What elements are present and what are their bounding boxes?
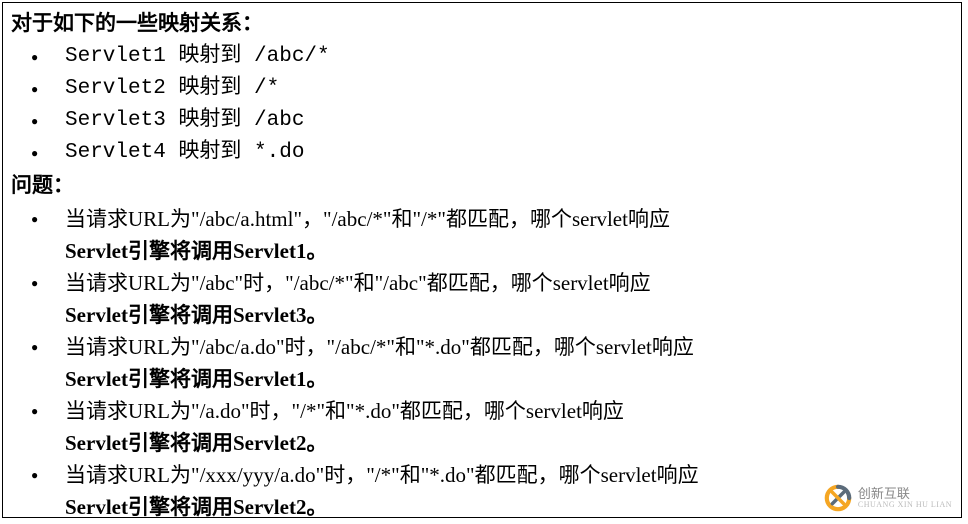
- document-container: 对于如下的一些映射关系： ● Servlet1 映射到 /abc/* ● Ser…: [2, 2, 962, 518]
- answer-text: Servlet引擎将调用Servlet1。: [65, 363, 953, 395]
- answer-text: Servlet引擎将调用Servlet3。: [65, 299, 953, 331]
- watermark-sub: CHUANG XIN HU LIAN: [858, 500, 952, 509]
- question-text: 当请求URL为"/a.do"时，"/*"和"*.do"都匹配，哪个servlet…: [65, 395, 953, 427]
- list-item: ● 当请求URL为"/a.do"时，"/*"和"*.do"都匹配，哪个servl…: [31, 395, 953, 459]
- list-item: ● Servlet3 映射到 /abc: [31, 105, 953, 137]
- watermark-logo-icon: [824, 484, 852, 512]
- mappings-heading: 对于如下的一些映射关系：: [11, 7, 953, 39]
- bullet-icon: ●: [31, 137, 65, 169]
- list-item: ● 当请求URL为"/abc/a.do"时，"/abc/*"和"*.do"都匹配…: [31, 331, 953, 395]
- question-block: 当请求URL为"/a.do"时，"/*"和"*.do"都匹配，哪个servlet…: [65, 395, 953, 459]
- bullet-icon: ●: [31, 395, 65, 427]
- question-block: 当请求URL为"/abc"时，"/abc/*"和"/abc"都匹配，哪个serv…: [65, 267, 953, 331]
- mapping-text: Servlet4 映射到 *.do: [65, 137, 953, 169]
- question-text: 当请求URL为"/abc"时，"/abc/*"和"/abc"都匹配，哪个serv…: [65, 267, 953, 299]
- list-item: ● 当请求URL为"/abc"时，"/abc/*"和"/abc"都匹配，哪个se…: [31, 267, 953, 331]
- bullet-icon: ●: [31, 73, 65, 105]
- list-item: ● Servlet4 映射到 *.do: [31, 137, 953, 169]
- question-block: 当请求URL为"/abc/a.html"，"/abc/*"和"/*"都匹配，哪个…: [65, 203, 953, 267]
- question-text: 当请求URL为"/abc/a.html"，"/abc/*"和"/*"都匹配，哪个…: [65, 203, 953, 235]
- questions-list: ● 当请求URL为"/abc/a.html"，"/abc/*"和"/*"都匹配，…: [11, 203, 953, 518]
- mapping-text: Servlet1 映射到 /abc/*: [65, 41, 953, 73]
- answer-text: Servlet引擎将调用Servlet1。: [65, 235, 953, 267]
- bullet-icon: ●: [31, 105, 65, 137]
- mappings-list: ● Servlet1 映射到 /abc/* ● Servlet2 映射到 /* …: [11, 41, 953, 169]
- watermark-text-block: 创新互联 CHUANG XIN HU LIAN: [858, 487, 952, 509]
- list-item: ● 当请求URL为"/xxx/yyy/a.do"时，"/*"和"*.do"都匹配…: [31, 459, 953, 518]
- answer-text: Servlet引擎将调用Servlet2。: [65, 427, 953, 459]
- mapping-text: Servlet3 映射到 /abc: [65, 105, 953, 137]
- question-block: 当请求URL为"/abc/a.do"时，"/abc/*"和"*.do"都匹配，哪…: [65, 331, 953, 395]
- watermark: 创新互联 CHUANG XIN HU LIAN: [818, 480, 958, 516]
- list-item: ● 当请求URL为"/abc/a.html"，"/abc/*"和"/*"都匹配，…: [31, 203, 953, 267]
- watermark-main: 创新互联: [858, 487, 952, 500]
- bullet-icon: ●: [31, 459, 65, 491]
- mapping-text: Servlet2 映射到 /*: [65, 73, 953, 105]
- list-item: ● Servlet2 映射到 /*: [31, 73, 953, 105]
- bullet-icon: ●: [31, 41, 65, 73]
- question-text: 当请求URL为"/abc/a.do"时，"/abc/*"和"*.do"都匹配，哪…: [65, 331, 953, 363]
- questions-heading: 问题：: [11, 169, 953, 201]
- bullet-icon: ●: [31, 331, 65, 363]
- list-item: ● Servlet1 映射到 /abc/*: [31, 41, 953, 73]
- bullet-icon: ●: [31, 267, 65, 299]
- bullet-icon: ●: [31, 203, 65, 235]
